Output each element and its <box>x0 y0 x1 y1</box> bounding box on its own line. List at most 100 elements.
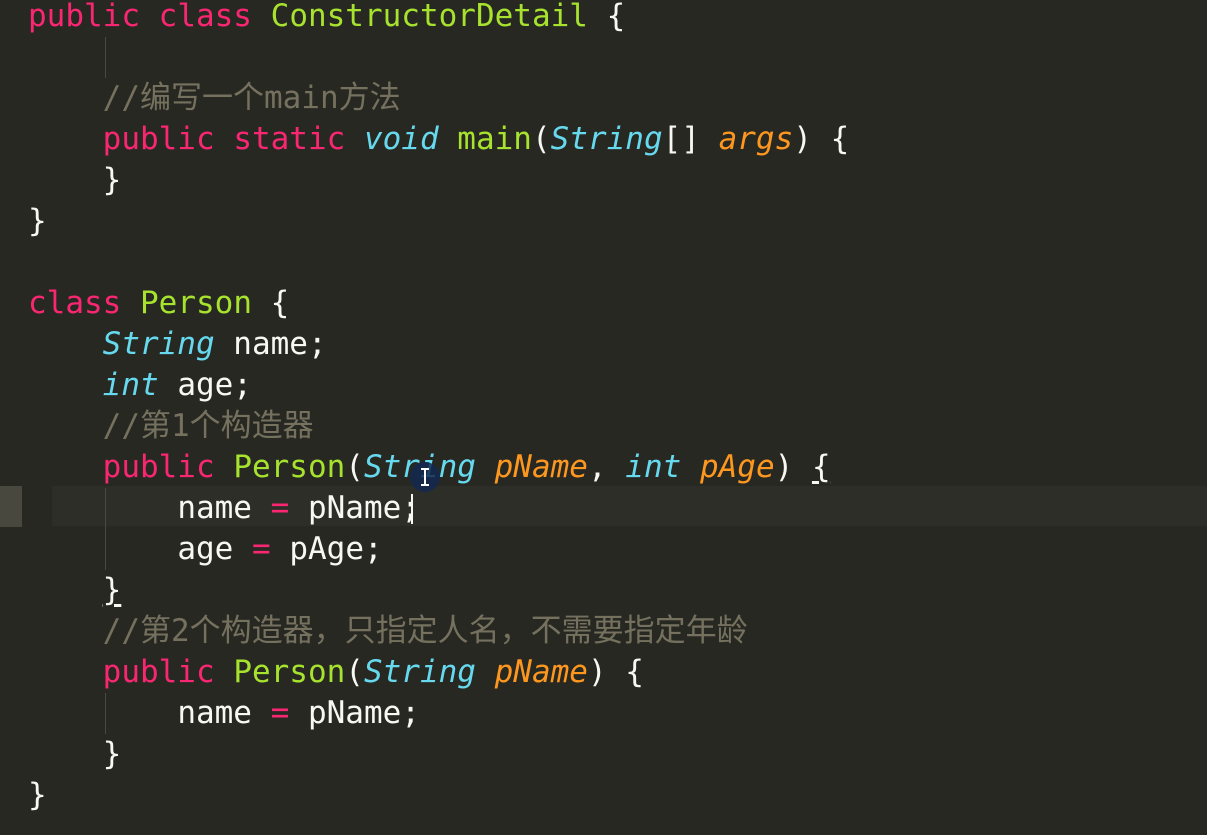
paren: ( <box>345 654 364 690</box>
code-line[interactable]: public class ConstructorDetail { <box>28 0 849 37</box>
brace: { <box>270 285 290 321</box>
code-line[interactable]: //编写一个main方法 <box>28 78 849 119</box>
line-number[interactable] <box>0 406 24 447</box>
comment: //第2个构造器，只指定人名，不需要指定年龄 <box>102 613 748 649</box>
text-caret <box>411 494 413 524</box>
operator: = <box>270 490 290 526</box>
identifier: pAge; <box>289 531 383 567</box>
matched-brace: { <box>811 449 831 485</box>
method-name: main <box>457 121 532 157</box>
line-number[interactable] <box>0 734 24 775</box>
indent-guide <box>105 37 106 78</box>
line-number[interactable] <box>0 283 24 324</box>
indent-guide <box>105 488 106 570</box>
code-line[interactable]: } <box>28 734 849 775</box>
code-line[interactable]: } <box>28 201 849 242</box>
paren: ) <box>774 449 812 485</box>
type: int <box>625 449 682 485</box>
parameter: args <box>718 121 794 157</box>
line-number[interactable] <box>0 160 24 201</box>
keyword: class <box>28 285 122 321</box>
class-name: Person <box>140 285 252 321</box>
type: String <box>550 121 663 157</box>
identifier: name <box>177 695 252 731</box>
brace: } <box>28 203 47 239</box>
type: String <box>102 326 215 362</box>
line-number[interactable] <box>0 0 24 37</box>
line-number[interactable] <box>0 447 24 488</box>
line-number[interactable] <box>0 611 24 652</box>
brace: } <box>102 736 122 772</box>
code-line[interactable]: public Person(String pName) { <box>28 652 849 693</box>
mouse-cursor-icon <box>410 462 440 492</box>
paren: ) { <box>793 121 850 157</box>
operator: = <box>270 695 290 731</box>
line-number[interactable] <box>0 488 24 529</box>
line-number[interactable] <box>0 324 24 365</box>
indent-guide <box>105 693 106 734</box>
code-line-current[interactable]: name = pName; <box>28 486 1207 529</box>
type: int <box>102 367 159 403</box>
code-line[interactable]: class Person { <box>28 283 849 324</box>
code-line[interactable]: String name; <box>28 324 849 365</box>
code-line[interactable] <box>28 37 849 78</box>
line-number[interactable] <box>0 775 24 816</box>
line-number[interactable] <box>0 365 24 406</box>
line-number[interactable] <box>0 652 24 693</box>
brace: } <box>102 162 122 198</box>
code-line[interactable]: public static void main(String[] args) { <box>28 119 850 160</box>
line-number[interactable] <box>0 119 24 160</box>
code-line[interactable]: } <box>28 775 849 816</box>
array-brackets: [] <box>662 121 719 157</box>
paren: ( <box>345 449 364 485</box>
identifier: pName; <box>307 695 420 731</box>
method-name: Person <box>233 654 346 690</box>
code-editor[interactable]: 7 public class ConstructorDetail { //编写一… <box>0 0 1207 835</box>
parameter: pName <box>494 654 588 690</box>
code-line[interactable]: age = pAge; <box>28 529 849 570</box>
line-number[interactable] <box>0 78 24 119</box>
keyword: public <box>28 0 140 34</box>
line-number[interactable] <box>0 529 24 570</box>
line-number[interactable] <box>0 816 24 835</box>
code-line[interactable]: //第2个构造器，只指定人名，不需要指定年龄 <box>28 611 849 652</box>
line-number[interactable] <box>0 37 24 78</box>
class-name: ConstructorDetail <box>270 0 588 34</box>
type: String <box>363 654 476 690</box>
line-number[interactable] <box>0 570 24 611</box>
type: void <box>363 121 439 157</box>
parameter: pName <box>494 449 588 485</box>
keyword: static <box>233 121 346 157</box>
code-line[interactable]: } <box>28 160 849 201</box>
comment: //编写一个main方法 <box>102 80 401 116</box>
code-line[interactable]: name = pName; <box>28 693 849 734</box>
identifier: pName; <box>307 490 420 526</box>
matched-brace: } <box>102 572 122 608</box>
keyword: public <box>102 654 215 690</box>
line-number[interactable] <box>0 693 24 734</box>
line-gutter[interactable]: 7 <box>0 0 24 835</box>
brace: { <box>606 0 626 34</box>
paren: ( <box>531 121 551 157</box>
operator: = <box>251 531 271 567</box>
comma: , <box>587 449 626 485</box>
code-area[interactable]: public class ConstructorDetail { //编写一个m… <box>28 0 1207 816</box>
brace: } <box>28 777 47 813</box>
code-line[interactable] <box>28 242 849 283</box>
field-declaration: name; <box>214 326 327 362</box>
keyword: class <box>158 0 252 34</box>
method-name: Person <box>233 449 346 485</box>
code-line[interactable]: //第1个构造器 <box>28 406 849 447</box>
code-line[interactable]: } <box>28 570 849 611</box>
identifier: age <box>177 531 234 567</box>
field-declaration: age; <box>158 367 252 403</box>
comment: //第1个构造器 <box>102 408 314 444</box>
keyword: public <box>102 449 215 485</box>
line-number[interactable]: 7 <box>0 242 24 283</box>
ibeam-bottom <box>421 484 429 486</box>
paren: ) { <box>587 654 644 690</box>
keyword: public <box>102 121 215 157</box>
identifier: name <box>177 490 252 526</box>
line-number[interactable] <box>0 201 24 242</box>
code-line[interactable]: int age; <box>28 365 849 406</box>
